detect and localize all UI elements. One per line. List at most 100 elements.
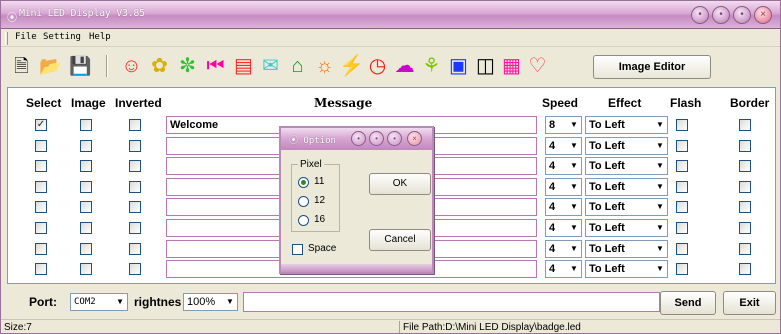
image-checkbox[interactable]	[80, 263, 92, 275]
cancel-button[interactable]: Cancel	[369, 229, 431, 251]
select-checkbox[interactable]	[35, 201, 47, 213]
effect-select[interactable]: To Left ▼	[585, 116, 668, 134]
border-checkbox[interactable]	[739, 119, 751, 131]
select-checkbox[interactable]	[35, 181, 47, 193]
image-checkbox[interactable]	[80, 119, 92, 131]
exit-button[interactable]: Exit	[723, 291, 776, 315]
border-checkbox[interactable]	[739, 222, 751, 234]
title-bar[interactable]: ⦿ Mini LED Display V3.85 • • • ×	[1, 1, 780, 29]
house-icon[interactable]: ⌂	[285, 52, 310, 80]
inverted-checkbox[interactable]	[129, 243, 141, 255]
speed-select[interactable]: 4 ▼	[545, 240, 582, 258]
speed-select[interactable]: 4 ▼	[545, 137, 582, 155]
inverted-checkbox[interactable]	[129, 119, 141, 131]
radio-button[interactable]	[298, 215, 309, 226]
port-select[interactable]: COM2 ▼	[70, 293, 128, 311]
effect-select[interactable]: To Left ▼	[585, 240, 668, 258]
menu-file[interactable]: File	[15, 32, 37, 42]
inverted-checkbox[interactable]	[129, 140, 141, 152]
open-folder-icon[interactable]: 📂	[38, 52, 63, 80]
inverted-checkbox[interactable]	[129, 222, 141, 234]
dialog-title-bar[interactable]: ⦿ Option • • • ×	[281, 128, 432, 150]
dialog-minimize-button[interactable]: •	[351, 131, 366, 146]
select-checkbox[interactable]	[35, 263, 47, 275]
select-checkbox[interactable]	[35, 140, 47, 152]
flash-checkbox[interactable]	[676, 243, 688, 255]
radio-button[interactable]	[298, 177, 309, 188]
inverted-checkbox[interactable]	[129, 201, 141, 213]
select-checkbox[interactable]	[35, 222, 47, 234]
speed-select[interactable]: 4 ▼	[545, 178, 582, 196]
plant-icon[interactable]: ⚘	[419, 52, 444, 80]
border-checkbox[interactable]	[739, 201, 751, 213]
dialog-close-button[interactable]: ×	[407, 131, 422, 146]
inverted-checkbox[interactable]	[129, 263, 141, 275]
space-checkbox[interactable]	[292, 244, 303, 255]
select-checkbox[interactable]	[35, 160, 47, 172]
flash-checkbox[interactable]	[676, 222, 688, 234]
brightness-select[interactable]: 100% ▼	[183, 293, 238, 311]
speed-select[interactable]: 8 ▼	[545, 116, 582, 134]
close-button[interactable]: ×	[754, 6, 772, 24]
select-checkbox[interactable]	[35, 243, 47, 255]
smiley-icon[interactable]: ☺	[119, 52, 144, 80]
send-button[interactable]: Send	[660, 291, 716, 315]
image-checkbox[interactable]	[80, 201, 92, 213]
radio-button[interactable]	[298, 196, 309, 207]
bus-icon[interactable]: ▣	[446, 52, 471, 80]
speed-select[interactable]: 4 ▼	[545, 198, 582, 216]
flash-checkbox[interactable]	[676, 263, 688, 275]
image-checkbox[interactable]	[80, 140, 92, 152]
dialog-maximize-button[interactable]: •	[387, 131, 402, 146]
effect-select[interactable]: To Left ▼	[585, 260, 668, 278]
minimize-button[interactable]: •	[691, 6, 709, 24]
flash-checkbox[interactable]	[676, 119, 688, 131]
speed-select[interactable]: 4 ▼	[545, 219, 582, 237]
dialog-restore-button[interactable]: •	[369, 131, 384, 146]
effect-select[interactable]: To Left ▼	[585, 137, 668, 155]
select-checkbox[interactable]: ✓	[35, 119, 47, 131]
border-checkbox[interactable]	[739, 160, 751, 172]
lightning-icon[interactable]: ⚡	[339, 52, 364, 80]
inverted-checkbox[interactable]	[129, 181, 141, 193]
border-checkbox[interactable]	[739, 243, 751, 255]
flash-checkbox[interactable]	[676, 160, 688, 172]
ok-button[interactable]: OK	[369, 173, 431, 195]
effect-select[interactable]: To Left ▼	[585, 178, 668, 196]
computer-icon[interactable]: ◫	[473, 52, 498, 80]
option-dialog: ⦿ Option • • • × Pixel 11 12 16 OK Cance…	[279, 126, 434, 274]
menu-help[interactable]: Help	[89, 32, 111, 42]
effect-select[interactable]: To Left ▼	[585, 198, 668, 216]
restore-button[interactable]: •	[712, 6, 730, 24]
inverted-checkbox[interactable]	[129, 160, 141, 172]
maximize-button[interactable]: •	[733, 6, 751, 24]
chat-icon[interactable]: ☁	[392, 52, 417, 80]
menu-setting[interactable]: Setting	[43, 32, 81, 42]
border-checkbox[interactable]	[739, 181, 751, 193]
border-checkbox[interactable]	[739, 140, 751, 152]
rewind-icon[interactable]: ⏮	[203, 52, 228, 80]
effect-select[interactable]: To Left ▼	[585, 157, 668, 175]
image-checkbox[interactable]	[80, 181, 92, 193]
speed-select[interactable]: 4 ▼	[545, 157, 582, 175]
mail-icon[interactable]: ✉	[258, 52, 283, 80]
image-checkbox[interactable]	[80, 243, 92, 255]
flash-checkbox[interactable]	[676, 181, 688, 193]
flash-checkbox[interactable]	[676, 201, 688, 213]
border-checkbox[interactable]	[739, 263, 751, 275]
flash-checkbox[interactable]	[676, 140, 688, 152]
image-checkbox[interactable]	[80, 222, 92, 234]
building-icon[interactable]: ▤	[231, 52, 256, 80]
speed-select[interactable]: 4 ▼	[545, 260, 582, 278]
image-checkbox[interactable]	[80, 160, 92, 172]
heart-icon[interactable]: ♡	[525, 52, 550, 80]
effect-select[interactable]: To Left ▼	[585, 219, 668, 237]
snail-icon[interactable]: ✼	[175, 52, 200, 80]
floppy-icon[interactable]: ▦	[499, 52, 524, 80]
cat-icon[interactable]: ✿	[147, 52, 172, 80]
sun-icon[interactable]: ☼	[312, 52, 337, 80]
clock-icon[interactable]: ◷	[365, 52, 390, 80]
image-editor-button[interactable]: Image Editor	[593, 55, 711, 79]
save-icon[interactable]: 💾	[68, 52, 93, 80]
new-file-icon[interactable]: 🗎	[9, 52, 34, 80]
